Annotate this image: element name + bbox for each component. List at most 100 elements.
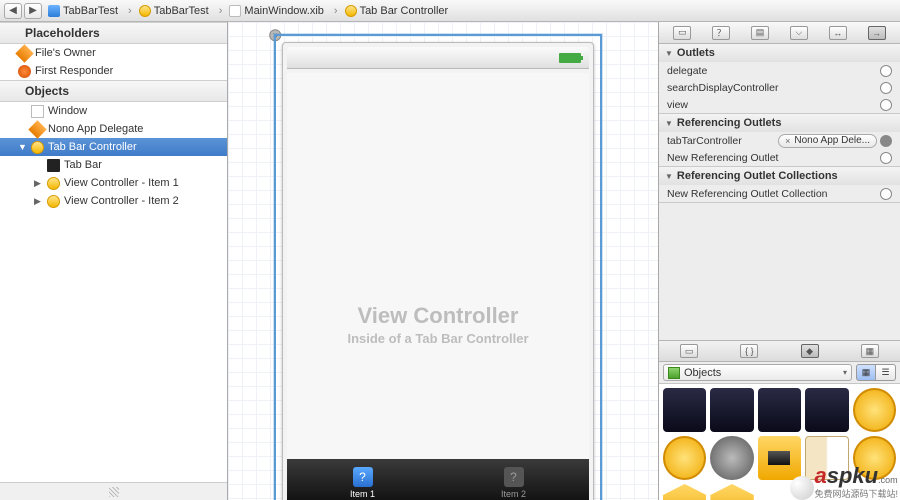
library-item[interactable] [758, 388, 801, 432]
chevron-updown-icon: ▾ [843, 368, 847, 377]
disclosure-open-icon[interactable]: ▼ [665, 49, 673, 58]
device-frame[interactable]: View Controller Inside of a Tab Bar Cont… [282, 42, 594, 500]
tab-bar[interactable]: ? Item 1 ? Item 2 [287, 459, 589, 500]
outlet-connection-pill[interactable]: ×Nono App Dele... [778, 134, 877, 148]
breadcrumb-item[interactable]: TabBarTest [124, 5, 213, 17]
breadcrumb-label: TabBarTest [154, 5, 209, 17]
delegate-icon [28, 120, 46, 138]
outlet-label: tabTarController [667, 135, 778, 147]
identity-inspector-tab[interactable]: ▤ [751, 26, 769, 40]
library-item[interactable] [663, 436, 706, 480]
outline-row-tab-bar[interactable]: Tab Bar [0, 156, 227, 174]
view-controller-icon [47, 177, 60, 190]
disclosure-closed-icon[interactable]: ▶ [34, 196, 43, 207]
outlet-row[interactable]: New Referencing Outlet [659, 149, 900, 166]
nav-forward-button[interactable]: ▶ [24, 3, 42, 19]
outline-row-tab-bar-controller[interactable]: ▼ Tab Bar Controller [0, 138, 227, 156]
library-item[interactable] [853, 388, 896, 432]
tab-item-label: Item 1 [350, 489, 375, 499]
outlet-connector[interactable] [880, 152, 892, 164]
outlet-row[interactable]: delegate [659, 62, 900, 79]
section-title: Outlets [677, 47, 715, 59]
disclosure-open-icon[interactable]: ▼ [18, 142, 27, 152]
outline-row-window[interactable]: Window [0, 102, 227, 120]
library-item[interactable] [710, 436, 753, 480]
outline-resize-grip[interactable] [0, 482, 227, 500]
library-view-toggle[interactable]: ▦ ☰ [856, 364, 896, 381]
outline-row-view-controller-1[interactable]: ▶ View Controller - Item 1 [0, 174, 227, 192]
code-snippet-library-tab[interactable]: { } [740, 344, 758, 358]
objects-header: Objects [0, 80, 227, 102]
library-category-selector[interactable]: Objects ▾ [663, 364, 852, 381]
tab-item-2[interactable]: ? Item 2 [438, 459, 589, 500]
referencing-outlets-section: ▼Referencing Outlets tabTarController ×N… [659, 114, 900, 167]
attributes-inspector-tab[interactable]: ⌵ [790, 26, 808, 40]
library-item[interactable] [663, 484, 706, 500]
breadcrumb-item[interactable]: MainWindow.xib [215, 5, 328, 17]
tab-item-1[interactable]: ? Item 1 [287, 459, 438, 500]
connections-inspector-tab[interactable]: → [868, 26, 886, 40]
outlet-connector[interactable] [880, 188, 892, 200]
watermark-ball-icon [790, 476, 814, 500]
outline-row-files-owner[interactable]: File's Owner [0, 44, 227, 62]
size-inspector-tab[interactable]: ↔ [829, 26, 847, 40]
tab-item-label: Item 2 [501, 489, 526, 499]
tab-bar-icon [47, 159, 60, 172]
disclosure-open-icon[interactable]: ▼ [665, 119, 673, 128]
breadcrumb-item[interactable]: Tab Bar Controller [330, 5, 452, 17]
quick-help-tab[interactable]: ？ [712, 26, 730, 40]
files-owner-icon [15, 44, 33, 62]
outlet-row[interactable]: New Referencing Outlet Collection [659, 185, 900, 202]
outlet-connector-filled[interactable] [880, 135, 892, 147]
object-library-grid[interactable]: aspku.com 免费网站源码下载站! [659, 384, 900, 500]
controller-icon [345, 5, 357, 17]
view-controller-canvas[interactable]: View Controller Inside of a Tab Bar Cont… [287, 73, 589, 459]
disclosure-closed-icon[interactable]: ▶ [34, 178, 43, 189]
watermark-brand-rest: spku [827, 463, 878, 488]
breadcrumb-item[interactable]: TabBarTest [44, 5, 122, 17]
outlet-connector[interactable] [880, 82, 892, 94]
outline-row-view-controller-2[interactable]: ▶ View Controller - Item 2 [0, 192, 227, 210]
breadcrumb-label: Tab Bar Controller [360, 5, 449, 17]
outlet-connector[interactable] [880, 99, 892, 111]
inspector-tab-bar: ▭ ？ ▤ ⌵ ↔ → [659, 22, 900, 44]
section-title: Referencing Outlets [677, 117, 782, 129]
library-item[interactable] [663, 388, 706, 432]
outlet-row[interactable]: view [659, 96, 900, 113]
tab-item-icon: ? [504, 467, 524, 487]
outline-row-app-delegate[interactable]: Nono App Delegate [0, 120, 227, 138]
tab-item-icon: ? [353, 467, 373, 487]
outlet-row[interactable]: tabTarController ×Nono App Dele... [659, 132, 900, 149]
grid-view-button[interactable]: ▦ [856, 364, 876, 381]
library-item[interactable] [710, 388, 753, 432]
file-template-library-tab[interactable]: ▭ [680, 344, 698, 358]
library-tab-bar: ▭ { } ◆ ▦ [659, 340, 900, 362]
interface-builder-canvas[interactable]: × View Controller Inside of a Tab Bar Co… [228, 22, 658, 500]
media-library-tab[interactable]: ▦ [861, 344, 879, 358]
library-item[interactable] [805, 388, 848, 432]
row-label: Window [48, 105, 87, 117]
row-label: View Controller - Item 1 [64, 177, 179, 189]
placeholder-title: View Controller [287, 303, 589, 329]
outlet-label: New Referencing Outlet Collection [667, 188, 880, 200]
row-label: File's Owner [35, 47, 96, 59]
document-outline: Placeholders File's Owner First Responde… [0, 22, 228, 500]
file-inspector-tab[interactable]: ▭ [673, 26, 691, 40]
watermark: aspku.com 免费网站源码下载站! [790, 463, 898, 500]
placeholder-subtitle: Inside of a Tab Bar Controller [287, 331, 589, 346]
list-view-button[interactable]: ☰ [876, 364, 896, 381]
object-library-tab[interactable]: ◆ [801, 344, 819, 358]
section-title: Placeholders [25, 26, 100, 40]
nav-back-button[interactable]: ◀ [4, 3, 22, 19]
disclosure-open-icon[interactable]: ▼ [665, 172, 673, 181]
row-label: Tab Bar Controller [48, 141, 137, 153]
view-controller-icon [47, 195, 60, 208]
outline-row-first-responder[interactable]: First Responder [0, 62, 227, 80]
remove-connection-icon[interactable]: × [785, 136, 790, 146]
outlet-connector[interactable] [880, 65, 892, 77]
library-item[interactable] [710, 484, 753, 500]
outlet-label: New Referencing Outlet [667, 152, 880, 164]
outlet-row[interactable]: searchDisplayController [659, 79, 900, 96]
inspector-panel: ▭ ？ ▤ ⌵ ↔ → ▼ Outlets delegate searchDisp… [658, 22, 900, 500]
row-label: Tab Bar [64, 159, 102, 171]
